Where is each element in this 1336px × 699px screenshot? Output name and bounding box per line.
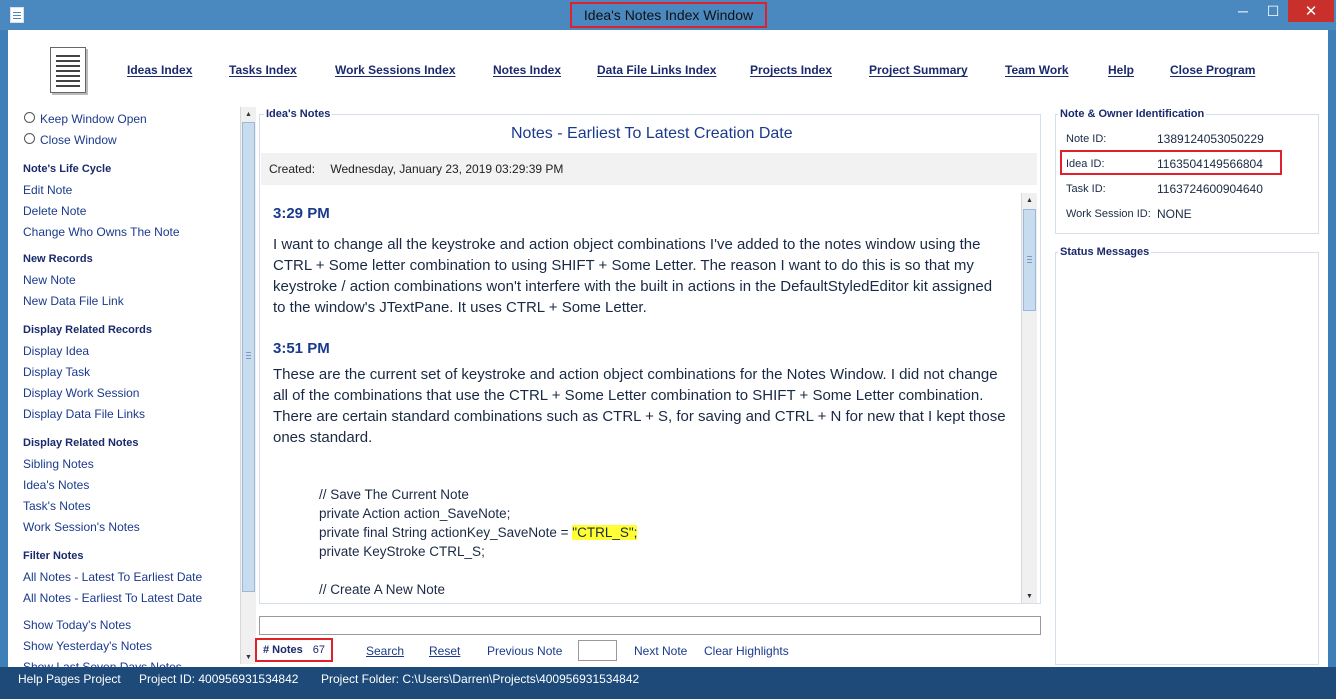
sidebar-yesterdays-notes[interactable]: Show Yesterday's Notes: [23, 639, 152, 653]
scroll-up-arrow-icon[interactable]: ▲: [241, 107, 256, 121]
title-bar: Idea's Notes Index Window ─ ☐ ✕: [0, 0, 1336, 30]
search-text-input[interactable]: [259, 616, 1041, 635]
created-bar: Created: Wednesday, January 23, 2019 03:…: [261, 153, 1037, 185]
note-id-value: 1389124053050229: [1157, 132, 1264, 146]
status-project-folder: Project Folder: C:\Users\Darren\Projects…: [321, 672, 640, 686]
clear-highlights-button[interactable]: Clear Highlights: [704, 644, 789, 658]
window-title: Idea's Notes Index Window: [570, 2, 767, 28]
work-session-id-label: Work Session ID:: [1066, 208, 1151, 220]
sidebar-display-idea[interactable]: Display Idea: [23, 344, 89, 358]
life-cycle-heading: Note's Life Cycle: [23, 163, 112, 175]
scroll-down-arrow-icon[interactable]: ▼: [1022, 589, 1037, 603]
sidebar-tasks-notes[interactable]: Task's Notes: [23, 499, 91, 513]
sidebar-ideas-notes[interactable]: Idea's Notes: [23, 478, 89, 492]
menu-team-work[interactable]: Team Work: [1005, 63, 1069, 77]
status-bar: Help Pages Project Project ID: 400956931…: [0, 667, 1336, 699]
previous-note-button[interactable]: Previous Note: [487, 644, 562, 658]
code-line: // Save The Current Note: [319, 487, 469, 502]
sidebar-sibling-notes[interactable]: Sibling Notes: [23, 457, 94, 471]
status-project-id: Project ID: 400956931534842: [139, 672, 299, 686]
code-line: // Create A New Note: [319, 582, 446, 597]
menu-projects-index[interactable]: Projects Index: [750, 63, 832, 77]
window-client: Ideas Index Tasks Index Work Sessions In…: [8, 30, 1328, 667]
notes-sort-heading: Notes - Earliest To Latest Creation Date: [511, 125, 793, 142]
app-icon[interactable]: [10, 7, 24, 23]
sidebar-new-note[interactable]: New Note: [23, 273, 76, 287]
sidebar-change-owner[interactable]: Change Who Owns The Note: [23, 225, 180, 239]
sidebar-display-work-session[interactable]: Display Work Session: [23, 386, 139, 400]
note-number-input[interactable]: [578, 640, 617, 661]
next-note-button[interactable]: Next Note: [634, 644, 687, 658]
entry-paragraph: These are the current set of keystroke a…: [273, 366, 1006, 446]
maximize-button[interactable]: ☐: [1258, 0, 1288, 22]
keep-window-open-label[interactable]: Keep Window Open: [40, 112, 147, 126]
menu-project-summary[interactable]: Project Summary: [869, 63, 968, 77]
note-id-label: Note ID:: [1066, 133, 1107, 145]
status-project-name: Help Pages Project: [18, 672, 121, 686]
work-session-id-value: NONE: [1157, 207, 1192, 221]
scroll-up-arrow-icon[interactable]: ▲: [1022, 193, 1037, 207]
notes-count-badge: # Notes 67: [255, 638, 333, 662]
entry-paragraph: I want to change all the keystroke and a…: [273, 236, 993, 316]
menu-close-program[interactable]: Close Program: [1170, 63, 1255, 77]
scroll-down-arrow-icon[interactable]: ▼: [241, 650, 256, 664]
close-button[interactable]: ✕: [1288, 0, 1334, 22]
sidebar-new-data-file-link[interactable]: New Data File Link: [23, 294, 124, 308]
related-notes-heading: Display Related Notes: [23, 437, 139, 449]
sidebar-latest-to-earliest[interactable]: All Notes - Latest To Earliest Date: [23, 570, 202, 584]
menu-ideas-index[interactable]: Ideas Index: [127, 63, 192, 77]
sidebar-delete-note[interactable]: Delete Note: [23, 204, 86, 218]
keep-window-open-radio[interactable]: [24, 112, 35, 123]
menu-help[interactable]: Help: [1108, 63, 1134, 77]
entry-time-heading: 3:51 PM: [273, 340, 330, 357]
search-button[interactable]: Search: [366, 644, 404, 658]
sidebar-todays-notes[interactable]: Show Today's Notes: [23, 618, 131, 632]
menu-notes-index[interactable]: Notes Index: [493, 63, 561, 77]
search-highlight: "CTRL_S";: [572, 525, 638, 540]
sidebar-scrollbar[interactable]: ▲ ▼: [240, 107, 256, 664]
close-window-radio[interactable]: [24, 133, 35, 144]
code-line: private KeyStroke CTRL_S;: [319, 544, 485, 559]
task-id-label: Task ID:: [1066, 183, 1106, 195]
code-line: private final String actionKey_SaveNote …: [319, 525, 638, 540]
menu-data-file-links-index[interactable]: Data File Links Index: [597, 63, 716, 77]
created-value: Wednesday, January 23, 2019 03:29:39 PM: [330, 162, 564, 176]
note-scrollbar[interactable]: ▲ ▼: [1021, 193, 1037, 603]
ideas-notes-group-title: Idea's Notes: [264, 108, 333, 120]
sidebar-edit-note[interactable]: Edit Note: [23, 183, 72, 197]
status-messages-title: Status Messages: [1058, 246, 1152, 258]
notes-count-label: # Notes: [263, 644, 303, 656]
idea-id-label: Idea ID:: [1066, 158, 1105, 170]
sidebar-work-session-notes[interactable]: Work Session's Notes: [23, 520, 140, 534]
note-scroll-thumb[interactable]: [1023, 209, 1036, 311]
related-records-heading: Display Related Records: [23, 324, 152, 336]
idea-id-value: 1163504149566804: [1157, 157, 1263, 171]
sidebar-scroll-thumb[interactable]: [242, 122, 255, 592]
notes-document-icon: [50, 47, 86, 93]
new-records-heading: New Records: [23, 253, 93, 265]
notes-count-value: 67: [312, 644, 325, 656]
code-line: private Action action_SaveNote;: [319, 506, 511, 521]
note-text-pane[interactable]: 3:29 PM I want to change all the keystro…: [261, 193, 1021, 603]
task-id-value: 1163724600904640: [1157, 182, 1263, 196]
menu-tasks-index[interactable]: Tasks Index: [229, 63, 297, 77]
close-window-label[interactable]: Close Window: [40, 133, 117, 147]
sidebar-last-seven-days[interactable]: Show Last Seven Days Notes: [23, 660, 182, 667]
filter-notes-heading: Filter Notes: [23, 550, 84, 562]
created-label: Created:: [269, 162, 316, 176]
identification-title: Note & Owner Identification: [1058, 108, 1207, 120]
minimize-button[interactable]: ─: [1228, 0, 1258, 22]
sidebar-display-task[interactable]: Display Task: [23, 365, 90, 379]
menu-work-sessions-index[interactable]: Work Sessions Index: [335, 63, 456, 77]
reset-button[interactable]: Reset: [429, 644, 460, 658]
status-messages-group: [1055, 252, 1319, 665]
sidebar-earliest-to-latest[interactable]: All Notes - Earliest To Latest Date: [23, 591, 202, 605]
sidebar-display-data-file-links[interactable]: Display Data File Links: [23, 407, 145, 421]
entry-time-heading: 3:29 PM: [273, 205, 330, 222]
